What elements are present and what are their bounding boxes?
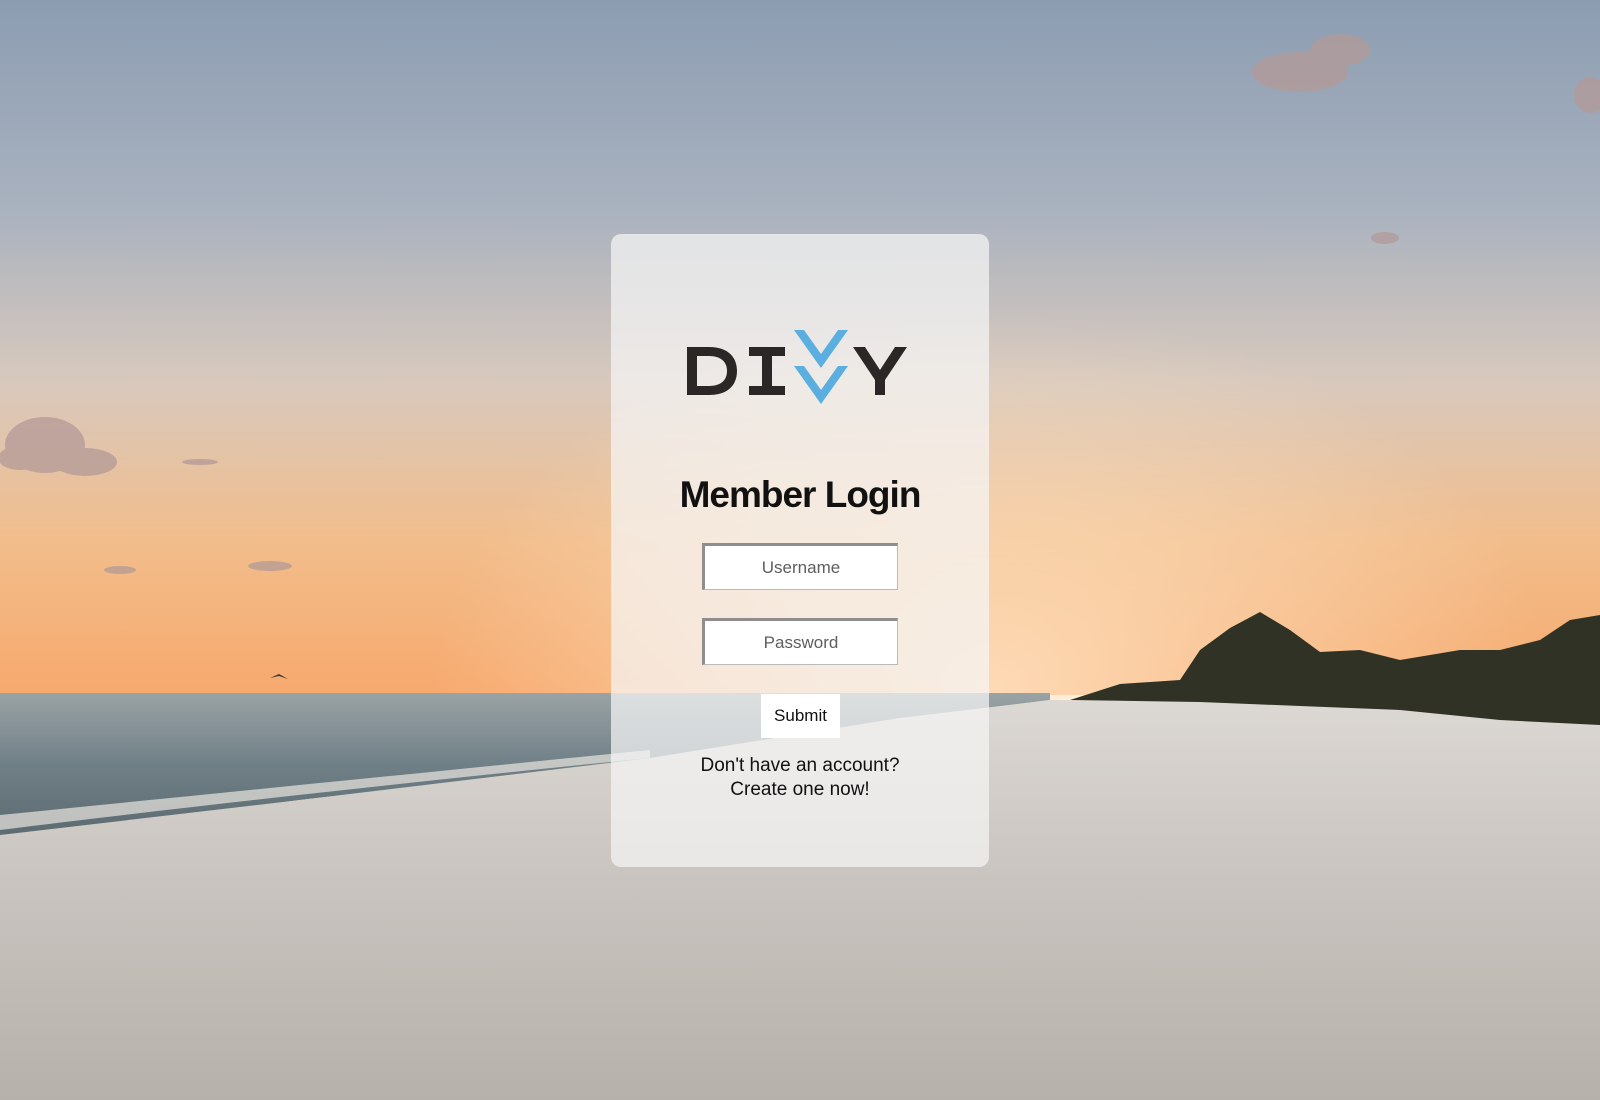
divvy-logo <box>687 330 907 404</box>
page-title: Member Login <box>679 474 922 515</box>
username-input[interactable] <box>702 543 898 590</box>
submit-button[interactable]: Submit <box>761 694 840 738</box>
password-input[interactable] <box>702 618 898 665</box>
signup-section: Don't have an account? Create one now! <box>611 754 989 802</box>
signup-prompt: Don't have an account? <box>700 755 900 776</box>
create-account-link[interactable]: Create one now! <box>730 779 869 800</box>
login-card: Member Login Submit Don't have an accoun… <box>611 234 989 867</box>
